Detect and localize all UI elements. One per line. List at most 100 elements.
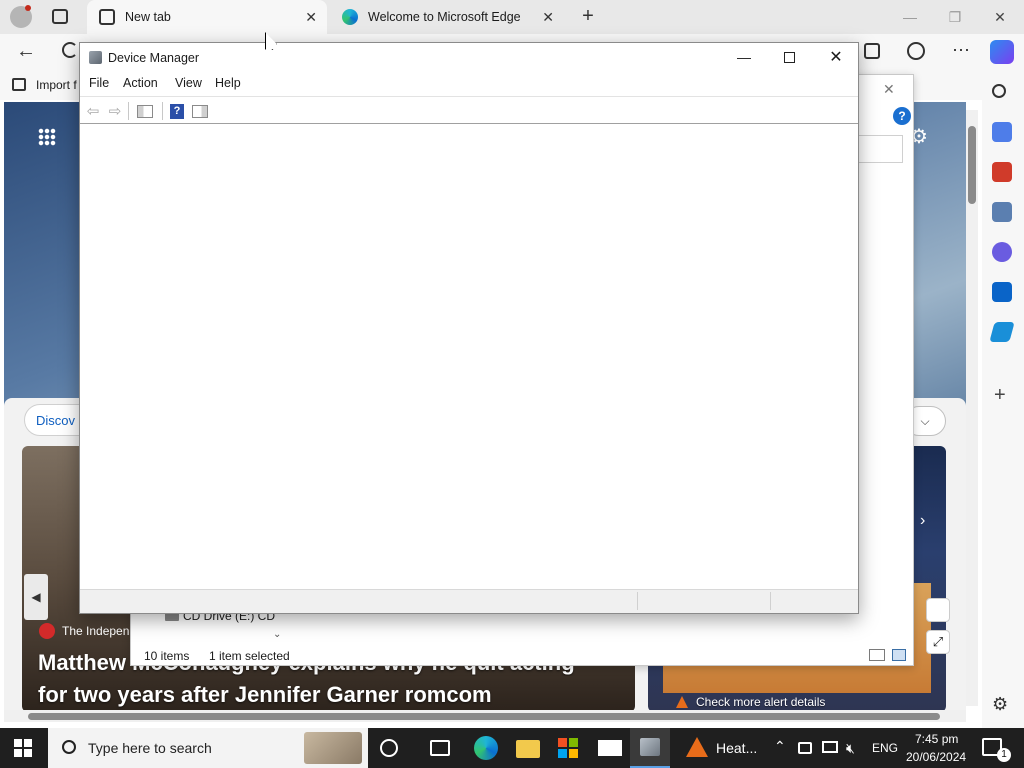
microsoft-store-icon[interactable] [558, 738, 578, 758]
profile-avatar[interactable] [10, 5, 32, 28]
image-view-icon[interactable] [926, 598, 950, 622]
close-tab-icon[interactable]: ✕ [542, 9, 554, 26]
tab-new-tab[interactable]: New tab ✕ [87, 0, 327, 34]
search-highlight-image [304, 732, 362, 764]
file-explorer-icon[interactable] [516, 740, 540, 758]
start-button[interactable] [14, 739, 32, 757]
sidebar-settings-icon[interactable]: ⚙ [992, 694, 1008, 715]
dm-close-icon[interactable]: ✕ [824, 46, 848, 70]
device-manager-statusbar [80, 589, 858, 613]
back-arrow-icon[interactable]: ⇦ [84, 102, 102, 120]
clock-time[interactable]: 7:45 pm [915, 732, 958, 746]
show-hide-console-tree-icon[interactable] [136, 102, 154, 120]
device-manager-menubar: File Action View Help [80, 73, 858, 95]
refresh-icon[interactable] [62, 42, 78, 58]
tree-scroll-down-icon[interactable]: ⌄ [273, 629, 281, 640]
device-manager-titlebar[interactable]: Device Manager — ✕ [80, 43, 858, 73]
edge-logo-icon [342, 9, 358, 25]
news-headline-line2[interactable]: for two years after Jennifer Garner romc… [38, 682, 492, 708]
status-divider [637, 592, 638, 610]
dm-maximize-icon[interactable] [784, 52, 795, 63]
edge-taskbar-icon[interactable] [474, 736, 498, 760]
toolbar-separator [162, 102, 163, 120]
show-action-pane-icon[interactable] [191, 102, 209, 120]
news-source: The Indepen [62, 624, 130, 638]
dm-minimize-icon[interactable]: — [730, 45, 758, 71]
import-favorites-link[interactable]: Import f [36, 78, 77, 92]
carousel-prev-button[interactable]: ◀ [24, 574, 48, 620]
search-icon[interactable] [992, 84, 1006, 98]
explorer-help-icon[interactable]: ? [893, 107, 911, 125]
weather-widget[interactable]: Heat... [682, 728, 772, 768]
details-view-icon[interactable] [869, 649, 885, 661]
menu-action[interactable]: Action [123, 76, 158, 90]
discover-label: Discov [36, 413, 76, 428]
tools-icon[interactable] [992, 162, 1012, 182]
scrollbar-thumb[interactable] [968, 126, 976, 204]
news-source-icon [39, 623, 55, 639]
copilot-icon[interactable] [990, 40, 1014, 64]
device-manager-taskbar-icon [640, 738, 660, 756]
tab-label: Welcome to Microsoft Edge [368, 10, 521, 24]
notification-count: 1 [997, 748, 1011, 762]
cortana-icon[interactable] [380, 739, 398, 757]
mail-icon[interactable] [598, 740, 622, 756]
clock-date[interactable]: 20/06/2024 [906, 750, 966, 764]
menu-help[interactable]: Help [215, 76, 241, 90]
device-tree-pane[interactable] [80, 125, 858, 589]
games-icon[interactable] [992, 202, 1012, 222]
show-hidden-icons[interactable]: ⌃ [774, 738, 786, 755]
language-indicator[interactable]: ENG [872, 741, 898, 755]
add-sidebar-icon[interactable]: + [994, 384, 1006, 407]
menu-file[interactable]: File [89, 76, 109, 90]
volume-muted-icon[interactable]: 🔇︎ [846, 740, 855, 757]
tab-welcome-edge[interactable]: Welcome to Microsoft Edge ✕ [330, 0, 564, 34]
minimize-icon[interactable]: — [888, 4, 932, 30]
taskbar-search-box[interactable]: Type here to search [48, 728, 368, 768]
more-options-icon[interactable]: ⋯ [952, 40, 970, 61]
forward-arrow-icon[interactable]: ⇨ [106, 102, 124, 120]
explorer-selection-status: 1 item selected [209, 649, 290, 663]
explorer-item-count: 10 items [144, 649, 190, 663]
weather-label: Heat... [716, 740, 758, 756]
device-manager-taskbar-button[interactable] [630, 728, 670, 768]
heat-alert-icon [686, 737, 708, 757]
weather-alert-link[interactable]: Check more alert details [696, 695, 825, 709]
collections-icon[interactable] [864, 43, 880, 59]
fullscreen-icon[interactable]: ⤢ [926, 630, 950, 654]
menu-view[interactable]: View [175, 76, 202, 90]
tab-actions-icon[interactable] [52, 9, 68, 24]
close-tab-icon[interactable]: ✕ [305, 9, 317, 26]
tree-item-icon [165, 613, 179, 621]
carousel-next-icon[interactable]: › [920, 512, 925, 530]
toolbar-separator [128, 102, 129, 120]
back-icon[interactable]: ← [16, 40, 36, 63]
microsoft365-icon[interactable] [992, 242, 1012, 262]
device-manager-icon [89, 51, 102, 64]
network-icon[interactable] [822, 741, 838, 753]
horizontal-scrollbar[interactable] [4, 710, 966, 722]
status-divider [770, 592, 771, 610]
explorer-close-icon[interactable]: ✕ [883, 81, 895, 98]
explorer-search-box[interactable] [853, 135, 903, 163]
apps-launcher-icon[interactable] [38, 128, 56, 146]
newtab-icon [99, 9, 115, 25]
help-icon[interactable]: ? [168, 102, 186, 120]
meet-now-icon[interactable] [798, 742, 812, 754]
shopping-icon[interactable] [992, 122, 1012, 142]
new-tab-button[interactable]: + [576, 5, 600, 29]
search-icon [62, 740, 76, 754]
import-icon [12, 78, 26, 91]
vertical-scrollbar[interactable] [966, 110, 978, 706]
close-window-icon[interactable]: ✕ [978, 4, 1022, 30]
h-scrollbar-thumb[interactable] [28, 713, 940, 720]
window-title: Device Manager [108, 51, 200, 65]
search-placeholder: Type here to search [88, 740, 212, 756]
browser-tab-strip: New tab ✕ Welcome to Microsoft Edge ✕ + … [0, 0, 1024, 34]
tiles-view-icon[interactable] [892, 649, 906, 661]
task-view-icon[interactable] [430, 740, 450, 756]
outlook-icon[interactable] [992, 282, 1012, 302]
tab-label: New tab [125, 10, 171, 24]
extensions-icon[interactable] [907, 42, 925, 60]
restore-icon[interactable]: ❐ [933, 4, 977, 30]
